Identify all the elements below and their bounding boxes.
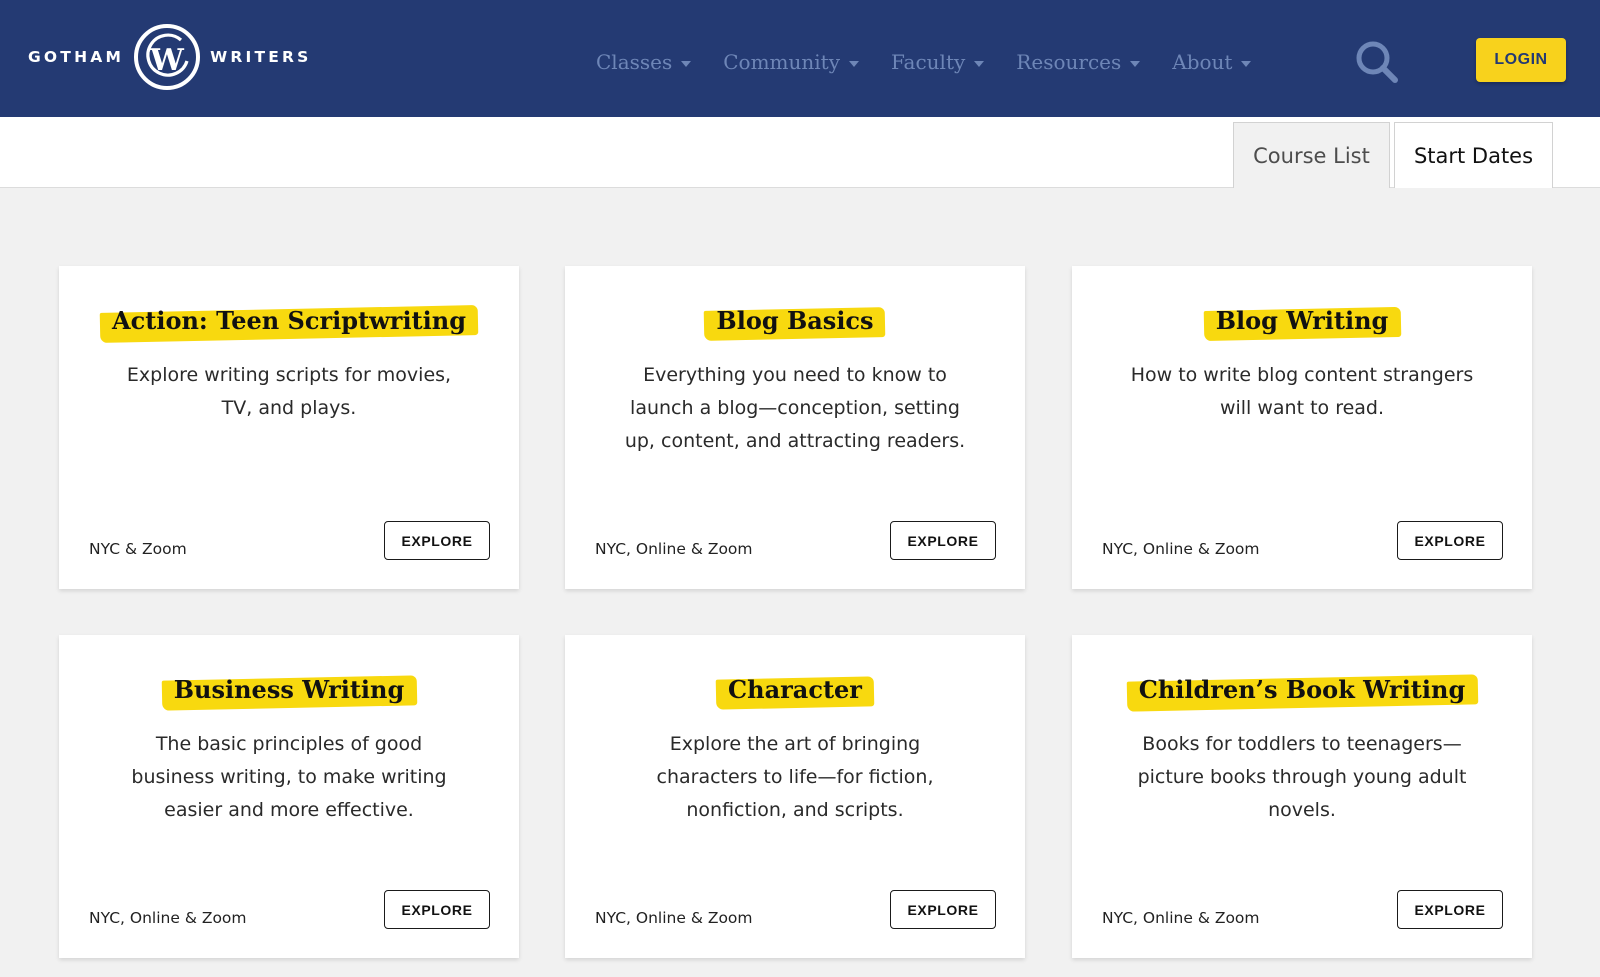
nav-faculty[interactable]: Faculty xyxy=(891,50,985,74)
course-location: NYC, Online & Zoom xyxy=(595,540,753,558)
course-description: Everything you need to know to launch a … xyxy=(624,364,966,452)
explore-button[interactable]: EXPLORE xyxy=(384,890,490,929)
explore-button[interactable]: EXPLORE xyxy=(890,521,996,560)
course-title: Character xyxy=(565,675,1025,704)
nav-classes-label: Classes xyxy=(596,50,673,74)
main-nav: Classes Community Faculty Resources Abou… xyxy=(596,44,1283,80)
chevron-down-icon xyxy=(849,60,860,67)
tab-course-list[interactable]: Course List xyxy=(1233,122,1390,188)
nav-community-label: Community xyxy=(723,50,841,74)
course-card: Blog Basics Everything you need to know … xyxy=(565,266,1025,589)
gotham-writers-logo-icon: W xyxy=(134,24,201,90)
course-card: Business Writing The basic principles of… xyxy=(59,635,519,958)
course-card: Blog Writing How to write blog content s… xyxy=(1072,266,1532,589)
login-button[interactable]: LOGIN xyxy=(1476,38,1566,82)
course-location: NYC, Online & Zoom xyxy=(1102,540,1260,558)
search-icon[interactable] xyxy=(1354,39,1400,85)
course-description: The basic principles of good business wr… xyxy=(131,733,447,821)
course-card: Character Explore the art of bringing ch… xyxy=(565,635,1025,958)
explore-button[interactable]: EXPLORE xyxy=(890,890,996,929)
course-location: NYC & Zoom xyxy=(89,540,187,558)
course-location: NYC, Online & Zoom xyxy=(595,909,753,927)
course-card: Action: Teen Scriptwriting Explore writi… xyxy=(59,266,519,589)
brand-right-word: WRITERS xyxy=(210,48,312,66)
nav-about-label: About xyxy=(1172,50,1233,74)
chevron-down-icon xyxy=(974,60,985,67)
tab-start-dates[interactable]: Start Dates xyxy=(1394,122,1553,188)
chevron-down-icon xyxy=(1241,60,1252,67)
chevron-down-icon xyxy=(1130,60,1141,67)
course-description: Explore writing scripts for movies, TV, … xyxy=(126,364,452,419)
nav-about[interactable]: About xyxy=(1172,50,1252,74)
nav-resources-label: Resources xyxy=(1016,50,1122,74)
course-title: Children’s Book Writing xyxy=(1072,675,1532,704)
brand-logo[interactable]: GOTHAM W WRITERS xyxy=(28,22,312,92)
nav-community[interactable]: Community xyxy=(723,50,860,74)
explore-button[interactable]: EXPLORE xyxy=(384,521,490,560)
chevron-down-icon xyxy=(681,60,692,67)
course-location: NYC, Online & Zoom xyxy=(1102,909,1260,927)
course-title: Blog Basics xyxy=(565,306,1025,335)
course-location: NYC, Online & Zoom xyxy=(89,909,247,927)
nav-faculty-label: Faculty xyxy=(891,50,966,74)
top-navigation-bar: GOTHAM W WRITERS Classes Community Facul… xyxy=(0,0,1600,117)
course-title: Action: Teen Scriptwriting xyxy=(59,306,519,335)
explore-button[interactable]: EXPLORE xyxy=(1397,890,1503,929)
nav-resources[interactable]: Resources xyxy=(1016,50,1141,74)
nav-classes[interactable]: Classes xyxy=(596,50,692,74)
course-card: Children’s Book Writing Books for toddle… xyxy=(1072,635,1532,958)
logo-letter: W xyxy=(149,43,185,78)
explore-button[interactable]: EXPLORE xyxy=(1397,521,1503,560)
course-title: Blog Writing xyxy=(1072,306,1532,335)
course-title: Business Writing xyxy=(59,675,519,704)
brand-left-word: GOTHAM xyxy=(28,48,125,66)
course-description: Books for toddlers to teenagers—picture … xyxy=(1137,733,1467,821)
course-description: Explore the art of bringing characters t… xyxy=(656,733,934,821)
course-description: How to write blog content strangers will… xyxy=(1130,364,1474,419)
